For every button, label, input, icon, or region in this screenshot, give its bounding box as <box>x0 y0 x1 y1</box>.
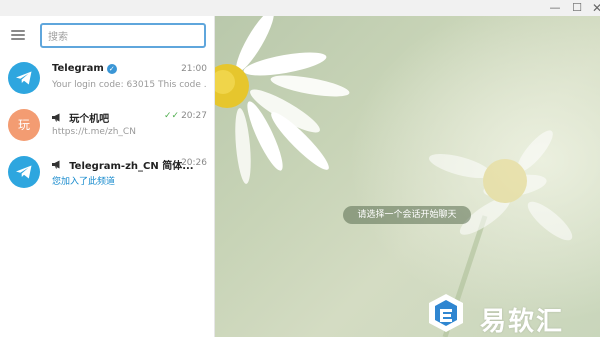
read-ticks-icon: ✓✓ <box>163 111 180 121</box>
logo-icon <box>429 294 463 332</box>
chat-item-wangeji[interactable]: 玩 玩个机吧 ✓✓ 20:27 https://t.me/zh_CN <box>0 102 214 146</box>
verified-badge-icon: ✓ <box>106 64 117 74</box>
select-chat-hint: 请选择一个会话开始聊天 <box>343 206 471 224</box>
chat-time: ✓✓ 20:27 <box>163 111 207 121</box>
watermark-text: 易软汇 <box>480 307 565 337</box>
chat-preview: https://t.me/zh_CN <box>52 127 136 137</box>
title-bar: — ☐ ✕ <box>0 0 600 16</box>
chat-name: Telegram-zh_CN 简体... <box>52 157 194 172</box>
search-input[interactable] <box>42 27 204 48</box>
chat-item-telegram[interactable]: Telegram ✓ 21:00 Your login code: 63015 T… <box>0 55 214 99</box>
chat-preview: Your login code: 63015 This code ... <box>52 80 207 90</box>
daisy-wallpaper <box>215 16 600 337</box>
telegram-avatar <box>8 156 40 188</box>
close-button[interactable]: ✕ <box>586 0 600 16</box>
telegram-avatar <box>8 62 40 94</box>
chat-avatar: 玩 <box>8 109 40 141</box>
minimize-button[interactable]: — <box>544 0 566 16</box>
chat-name: 玩个机吧 <box>52 110 109 125</box>
chat-item-telegram-zh-cn[interactable]: Telegram-zh_CN 简体... 20:26 您加入了此频道 <box>0 149 214 193</box>
chat-preview: 您加入了此频道 <box>52 177 116 187</box>
chat-list-panel: Telegram✓ 21:00 Your login code: 63015 T… <box>0 16 215 337</box>
hamburger-menu-icon[interactable] <box>10 28 28 44</box>
telegram-plane-icon <box>16 71 32 85</box>
conversation-panel: 请选择一个会话开始聊天 易软汇 <box>215 16 600 337</box>
megaphone-icon <box>52 113 65 125</box>
chat-time: 20:26 <box>181 158 207 168</box>
chat-time: 21:00 <box>181 64 207 74</box>
megaphone-icon <box>52 160 65 172</box>
search-box[interactable] <box>40 23 206 48</box>
telegram-plane-icon <box>16 165 32 179</box>
maximize-button[interactable]: ☐ <box>566 0 588 16</box>
chat-name: Telegram ✓ <box>52 63 117 74</box>
